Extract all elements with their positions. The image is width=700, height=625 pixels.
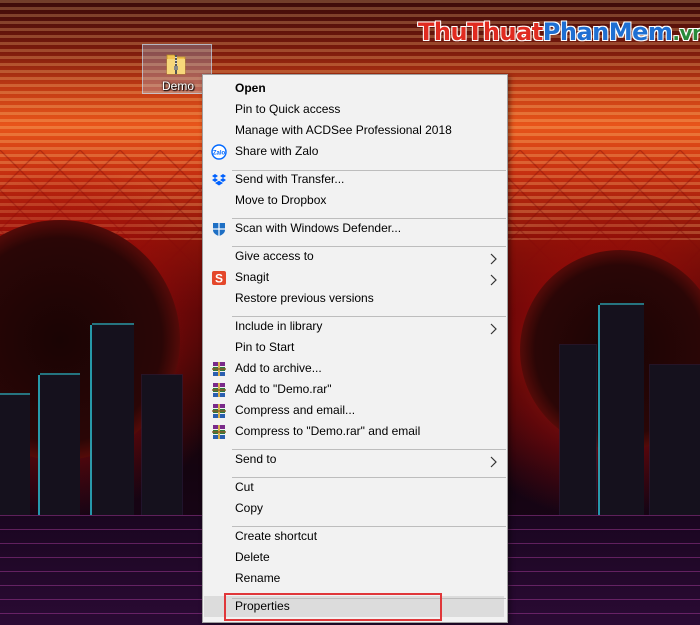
menu-item-rename[interactable]: Rename <box>204 568 504 589</box>
menu-item-copy[interactable]: Copy <box>204 498 504 519</box>
menu-item-label: Add to "Demo.rar" <box>235 382 332 396</box>
watermark-part: Thu <box>418 18 468 46</box>
menu-item-pin-quick-access[interactable]: Pin to Quick access <box>204 99 504 120</box>
menu-item-label: Add to archive... <box>235 361 322 375</box>
menu-item-manage-acdsee[interactable]: Manage with ACDSee Professional 2018 <box>204 120 504 141</box>
menu-item-label: Manage with ACDSee Professional 2018 <box>235 123 452 137</box>
menu-item-send-transfer[interactable]: Send with Transfer... <box>204 169 504 190</box>
menu-item-delete[interactable]: Delete <box>204 547 504 568</box>
menu-item-cut[interactable]: Cut <box>204 477 504 498</box>
menu-separator <box>232 170 506 171</box>
chevron-right-icon <box>488 321 498 335</box>
svg-text:S: S <box>215 272 223 286</box>
menu-item-move-dropbox[interactable]: Move to Dropbox <box>204 190 504 211</box>
menu-item-label: Rename <box>235 571 281 585</box>
menu-item-label: Restore previous versions <box>235 291 374 305</box>
menu-item-label: Scan with Windows Defender... <box>235 221 402 235</box>
zalo-icon: Zalo <box>211 144 227 160</box>
menu-separator <box>232 246 506 247</box>
menu-item-compress-email[interactable]: Compress and email... <box>204 400 504 421</box>
menu-separator <box>232 449 506 450</box>
dropbox-icon <box>211 172 227 188</box>
winrar-icon <box>211 361 227 377</box>
menu-item-label: Compress and email... <box>235 403 356 417</box>
menu-item-label: Include in library <box>235 319 323 333</box>
menu-item-add-archive[interactable]: Add to archive... <box>204 358 504 379</box>
zip-folder-icon <box>166 54 186 75</box>
watermark-part: .vn <box>672 21 700 45</box>
menu-item-label: Delete <box>235 550 270 564</box>
windows-defender-icon <box>211 221 227 237</box>
winrar-icon <box>211 382 227 398</box>
menu-item-restore-versions[interactable]: Restore previous versions <box>204 288 504 309</box>
menu-item-add-demo-rar[interactable]: Add to "Demo.rar" <box>204 379 504 400</box>
menu-separator <box>232 316 506 317</box>
menu-item-open[interactable]: Open <box>204 78 504 99</box>
menu-item-snagit[interactable]: S Snagit <box>204 267 504 288</box>
menu-item-label: Cut <box>235 480 254 494</box>
menu-item-send-to[interactable]: Send to <box>204 449 504 470</box>
properties-highlight-frame <box>224 593 442 621</box>
menu-item-label: Open <box>235 81 266 95</box>
menu-item-give-access[interactable]: Give access to <box>204 246 504 267</box>
menu-item-label: Send to <box>235 452 277 466</box>
menu-item-share-zalo[interactable]: Zalo Share with Zalo <box>204 141 504 162</box>
menu-item-compress-demo-rar-email[interactable]: Compress to "Demo.rar" and email <box>204 421 504 442</box>
menu-item-label: Share with Zalo <box>235 144 319 158</box>
menu-item-label: Move to Dropbox <box>235 193 327 207</box>
menu-separator <box>232 218 506 219</box>
menu-item-create-shortcut[interactable]: Create shortcut <box>204 526 504 547</box>
chevron-right-icon <box>488 272 498 286</box>
menu-item-label: Create shortcut <box>235 529 318 543</box>
menu-item-label: Send with Transfer... <box>235 172 345 186</box>
menu-item-label: Copy <box>235 501 264 515</box>
chevron-right-icon <box>488 454 498 468</box>
menu-separator <box>232 477 506 478</box>
menu-item-include-library[interactable]: Include in library <box>204 316 504 337</box>
site-watermark: ThuThuatPhanMem.vn <box>418 18 700 46</box>
winrar-icon <box>211 424 227 440</box>
menu-item-label: Pin to Start <box>235 340 295 354</box>
menu-item-pin-start[interactable]: Pin to Start <box>204 337 504 358</box>
chevron-right-icon <box>488 251 498 265</box>
snagit-icon: S <box>211 270 227 286</box>
menu-separator <box>232 526 506 527</box>
watermark-part: PhanMem <box>542 18 673 46</box>
menu-item-label: Compress to "Demo.rar" and email <box>235 424 421 438</box>
svg-text:Zalo: Zalo <box>213 151 226 157</box>
menu-item-scan-defender[interactable]: Scan with Windows Defender... <box>204 218 504 239</box>
winrar-icon <box>211 403 227 419</box>
menu-item-label: Give access to <box>235 249 314 263</box>
menu-item-label: Snagit <box>235 270 270 284</box>
menu-item-label: Pin to Quick access <box>235 102 341 116</box>
watermark-part: Thuat <box>467 18 543 46</box>
